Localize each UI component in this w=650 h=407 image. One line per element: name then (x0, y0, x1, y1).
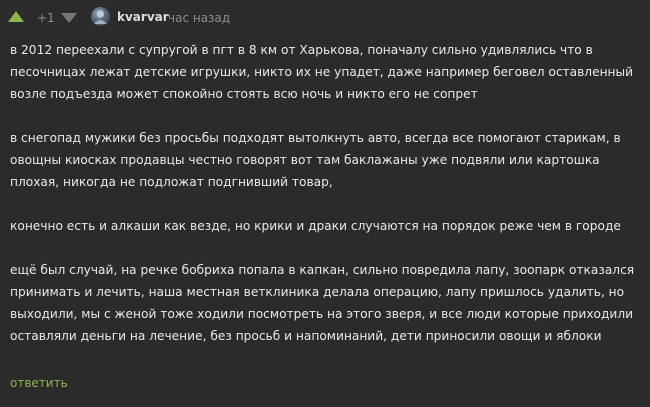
timestamp: час назад (168, 11, 231, 25)
reply-link[interactable]: ответить (10, 375, 68, 391)
comment-paragraph: конечно есть и алкаши как везде, но крик… (10, 219, 621, 233)
comment-paragraph: в 2012 переехали с супругой в пгт в 8 км… (10, 43, 634, 101)
username-link[interactable]: kvarvar (117, 9, 169, 25)
avatar[interactable] (91, 7, 110, 26)
comment-paragraph: ещё был случай, на речке бобриха попала … (10, 263, 635, 343)
comment-paragraph: в снегопад мужики без просьбы подходят в… (10, 131, 621, 189)
downvote-triangle-icon[interactable] (61, 13, 77, 23)
avatar-image-icon (94, 10, 107, 24)
comment-header: +1 kvarvar час назад (0, 0, 650, 36)
upvote-triangle-icon[interactable] (8, 11, 24, 22)
comment-body: в 2012 переехали с супругой в пгт в 8 км… (10, 39, 642, 369)
rating-count: +1 (37, 11, 55, 25)
comment: +1 kvarvar час назад в 2012 переехали с … (0, 0, 650, 407)
